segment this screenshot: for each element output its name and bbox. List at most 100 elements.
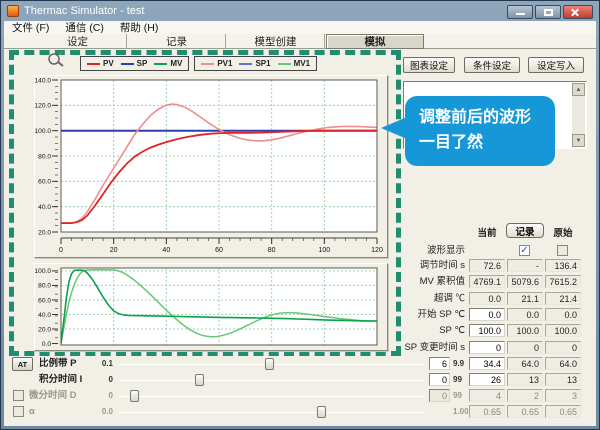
table-row-mv-integral: MV 累积值 4769.1 5079.6 7615.2	[1, 275, 600, 289]
i-current-input[interactable]	[469, 373, 505, 386]
minimize-button[interactable]	[507, 5, 533, 19]
menu-communication[interactable]: 通信 (C)	[65, 20, 104, 35]
close-button[interactable]	[563, 5, 593, 19]
menu-bar: 文件 (F) 通信 (C) 帮助 (H)	[4, 21, 596, 34]
d-enable-checkbox[interactable]	[13, 390, 24, 401]
pv-line-swatch	[87, 63, 100, 65]
table-row-sp-change-time: SP 变更时间 s 0 0	[1, 341, 600, 355]
tab-model-creation[interactable]: 模型创建	[227, 34, 325, 49]
p-digit-box[interactable]	[429, 357, 450, 370]
zoom-magnifier-icon[interactable]	[47, 51, 65, 69]
svg-text:40.0: 40.0	[38, 204, 51, 211]
slider-label-alpha: α	[29, 405, 35, 419]
svg-text:20.0: 20.0	[38, 229, 51, 236]
row-label: 调节时间 s	[391, 259, 465, 273]
p-slider[interactable]	[119, 357, 425, 371]
i-slider-thumb[interactable]	[195, 374, 204, 386]
temperature-chart: 20.040.060.080.0100.0120.0140.0020406080…	[34, 75, 388, 258]
alpha-slider-thumb[interactable]	[317, 406, 326, 418]
tab-simulation[interactable]: 模拟	[326, 34, 424, 49]
i-original-value: 13	[545, 373, 581, 386]
scroll-up-icon[interactable]: ▲	[572, 83, 585, 96]
d-digit-box[interactable]	[429, 389, 450, 402]
table-row-sp: SP ℃ 100.0 100.0	[1, 324, 600, 338]
menu-help[interactable]: 帮助 (H)	[120, 20, 159, 35]
scroll-down-icon[interactable]: ▼	[572, 134, 585, 147]
svg-text:100.0: 100.0	[35, 128, 51, 135]
table-row-waveform-display: 波形显示 ✓	[1, 244, 600, 258]
row-label: 超调 ℃	[391, 292, 465, 306]
sp-original: 100.0	[545, 324, 581, 337]
row-label: 波形显示	[391, 244, 465, 258]
d-current-value: 4	[469, 389, 505, 402]
row-label: MV 累积值	[391, 275, 465, 289]
d-slider[interactable]	[119, 389, 425, 403]
menu-file[interactable]: 文件 (F)	[12, 20, 49, 35]
callout-tail	[381, 117, 407, 139]
p-slider-thumb[interactable]	[265, 358, 274, 370]
row-label: 开始 SP ℃	[391, 308, 465, 322]
mv-integral-current: 4769.1	[469, 275, 505, 288]
maximize-button[interactable]	[535, 5, 561, 19]
alpha-enable-checkbox[interactable]	[13, 406, 24, 417]
slider-label-p: 比例带 P	[39, 357, 76, 371]
settling-time-current: 72.6	[469, 259, 505, 272]
mv-integral-original: 7615.2	[545, 275, 581, 288]
sp-line-swatch	[121, 63, 134, 65]
alpha-record-value: 0.65	[507, 405, 543, 418]
svg-text:60.0: 60.0	[38, 179, 51, 186]
window-title: Thermac Simulator - test	[24, 5, 144, 17]
slider-row-derivative-time: 微分时间 D 0 99 4 2 3	[1, 389, 600, 404]
chart-legends: PV SP MV PV1 SP1 MV1	[80, 56, 317, 71]
slider-min-p: 0.1	[89, 357, 113, 371]
callout-bubble: 调整前后的波形一目了然	[405, 96, 555, 166]
d-record-value: 2	[507, 389, 543, 402]
write-settings-button[interactable]: 设定写入	[528, 57, 584, 73]
overshoot-current: 0.0	[469, 292, 505, 305]
at-autotune-button[interactable]: AT	[12, 357, 33, 371]
slider-min-alpha: 0.0	[89, 405, 113, 419]
sp-change-time-original: 0	[545, 341, 581, 354]
row-label: SP ℃	[391, 324, 465, 338]
app-icon	[7, 5, 19, 17]
record-column-button[interactable]: 记录	[506, 223, 544, 238]
d-slider-thumb[interactable]	[130, 390, 139, 402]
title-bar: Thermac Simulator - test	[1, 1, 599, 21]
sp-current-input[interactable]	[469, 324, 505, 337]
legend-current: PV SP MV	[80, 56, 189, 71]
mv-integral-record: 5079.6	[507, 275, 543, 288]
start-sp-original: 0.0	[545, 308, 581, 321]
waveform-original-checkbox[interactable]	[557, 245, 568, 256]
list-scrollbar[interactable]: ▲ ▼	[572, 83, 585, 147]
slider-min-d: 0	[89, 389, 113, 403]
mv-line-swatch	[154, 63, 167, 65]
condition-settings-button[interactable]: 条件设定	[464, 57, 520, 73]
waveform-record-checkbox[interactable]: ✓	[519, 245, 530, 256]
mv1-line-swatch	[278, 63, 291, 65]
overshoot-record: 21.1	[507, 292, 543, 305]
start-sp-record: 0.0	[507, 308, 543, 321]
i-slider[interactable]	[119, 373, 425, 387]
p-original-value: 64.0	[545, 357, 581, 370]
p-current-input[interactable]	[469, 357, 505, 370]
app-window: Thermac Simulator - test 文件 (F) 通信 (C) 帮…	[0, 0, 600, 430]
p-record-value: 64.0	[507, 357, 543, 370]
start-sp-current-input[interactable]	[469, 308, 505, 321]
alpha-slider[interactable]	[119, 405, 425, 419]
chart-settings-button[interactable]: 图表设定	[403, 57, 455, 73]
svg-text:140.0: 140.0	[35, 77, 51, 84]
alpha-current-value: 0.65	[469, 405, 505, 418]
svg-text:120.0: 120.0	[35, 103, 51, 110]
overshoot-original: 21.4	[545, 292, 581, 305]
legend-recorded: PV1 SP1 MV1	[194, 56, 317, 71]
tab-record[interactable]: 记录	[128, 34, 226, 49]
minimize-icon	[516, 13, 525, 15]
sp-change-time-current-input[interactable]	[469, 341, 505, 354]
row-label: SP 变更时间 s	[391, 341, 465, 355]
i-digit-box[interactable]	[429, 373, 450, 386]
table-row-overshoot: 超调 ℃ 0.0 21.1 21.4	[1, 292, 600, 306]
table-row-settling-time: 调节时间 s 72.6 - 136.4	[1, 259, 600, 273]
table-row-start-sp: 开始 SP ℃ 0.0 0.0	[1, 308, 600, 322]
tab-bar: 设定 记录 模型创建 模拟	[4, 34, 596, 49]
tab-settings[interactable]: 设定	[29, 34, 127, 49]
